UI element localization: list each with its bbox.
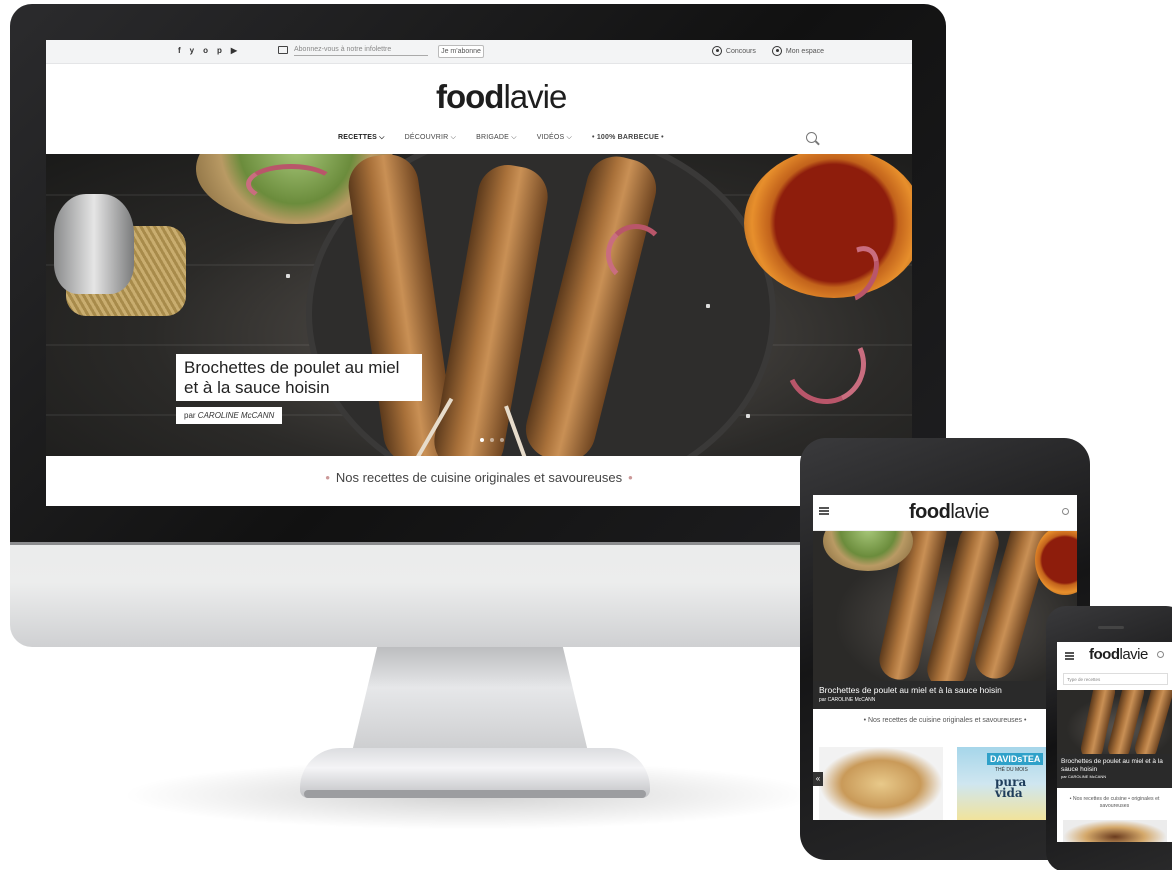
monitor-stand-neck: [350, 640, 590, 760]
logo-light: lavie: [503, 78, 567, 115]
youtube-icon[interactable]: ▶: [231, 46, 237, 55]
tablet-hero-author: par CAROLINE McCANN: [819, 697, 876, 703]
recipe-card-image[interactable]: [1063, 820, 1167, 842]
onion-ring: [774, 312, 878, 416]
nav-item-label: RECETTES: [338, 134, 377, 141]
pinterest-icon[interactable]: p: [217, 46, 222, 55]
twitter-icon[interactable]: y: [190, 46, 194, 55]
phone-hero-image[interactable]: [1057, 690, 1172, 754]
device-mockup-stage: f y o p ▶ Abonnez-vous à notre infolettr…: [0, 0, 1172, 870]
recipe-card-image[interactable]: [819, 747, 943, 820]
slider-dot[interactable]: [480, 438, 484, 442]
search-icon[interactable]: [1062, 508, 1069, 515]
phone-hero-title: Brochettes de poulet au miel et à la sau…: [1061, 758, 1163, 773]
account-link[interactable]: Mon espace: [771, 46, 824, 56]
ad-headline: pura vida: [995, 775, 1027, 800]
nav-item-recettes[interactable]: RECETTES ⌵: [338, 134, 385, 142]
tablet-hero-caption[interactable]: Brochettes de poulet au miel et à la sau…: [813, 681, 1077, 709]
tablet-hero-title: Brochettes de poulet au miel et à la sau…: [819, 685, 1002, 695]
sauce-bowl-image: [1035, 531, 1077, 595]
hero-slider[interactable]: Brochettes de poulet au miel et à la sau…: [46, 154, 912, 456]
hero-author: par CAROLINE McCANN: [176, 407, 283, 424]
envelope-icon: [278, 46, 288, 54]
slider-dot[interactable]: [490, 438, 494, 442]
tablet-section-title: • Nos recettes de cuisine originales et …: [863, 717, 1027, 724]
hero-caption[interactable]: Brochettes de poulet au miel et à la sau…: [176, 354, 422, 424]
utility-links: Concours Mon espace: [711, 46, 824, 56]
recipe-type-select[interactable]: Type de recettes: [1063, 673, 1168, 685]
ad-subtitle: THÉ DU MOIS: [995, 767, 1028, 773]
chevron-down-icon: ⌵: [511, 134, 517, 141]
hero-title[interactable]: Brochettes de poulet au miel et à la sau…: [176, 354, 422, 401]
chevron-down-icon: ⌵: [450, 134, 457, 141]
phone-screen: foodlavie Type de recettes Brochettes de…: [1057, 642, 1172, 842]
contest-label: Concours: [725, 47, 756, 55]
user-icon: [771, 46, 782, 56]
tablet-header: foodlavie: [813, 495, 1077, 531]
logo-bold: food: [1089, 646, 1120, 663]
author-name[interactable]: CAROLINE McCANN: [198, 411, 274, 420]
nav-items: RECETTES ⌵ DÉCOUVRIR ⌵ BRIGADE ⌵ VIDÉOS …: [338, 134, 664, 142]
search-icon[interactable]: [806, 132, 817, 143]
account-label: Mon espace: [785, 47, 824, 55]
chevron-down-icon: ⌵: [379, 134, 385, 141]
monitor-stand-edge: [304, 790, 646, 798]
phone-logo[interactable]: foodlavie: [1089, 646, 1148, 663]
logo-light: lavie: [950, 501, 989, 523]
recipes-section-title: • Nos recettes de cuisine originales et s…: [46, 470, 912, 485]
slider-dots: [480, 438, 504, 442]
social-links: f y o p ▶: [178, 46, 237, 55]
hamburger-menu-icon[interactable]: [819, 507, 829, 509]
tablet-hero-image[interactable]: [813, 531, 1077, 681]
phone-section-title: • Nos recettes de cuisine • originales e…: [1069, 796, 1160, 809]
nav-item-label: BRIGADE: [476, 134, 510, 141]
onion-ring: [606, 224, 666, 284]
instagram-icon[interactable]: o: [203, 46, 208, 55]
onion-ring: [246, 164, 336, 204]
star-icon: [711, 46, 722, 56]
logo-bold: food: [909, 501, 951, 523]
salt-grain: [706, 304, 710, 308]
phone-hero-caption[interactable]: Brochettes de poulet au miel et à la sau…: [1057, 754, 1172, 788]
salt-grain: [746, 414, 750, 418]
nav-item-label: VIDÉOS: [536, 134, 565, 141]
hamburger-menu-icon[interactable]: [1065, 652, 1074, 654]
author-prefix: par: [184, 411, 196, 420]
subscribe-button[interactable]: Je m'abonne: [438, 45, 484, 58]
phone-hero-author: par CAROLINE McCANN: [1061, 774, 1107, 779]
slider-dot[interactable]: [500, 438, 504, 442]
chevron-down-icon: ⌵: [566, 134, 573, 141]
search-icon[interactable]: [1157, 651, 1164, 658]
phone-header: foodlavie: [1057, 642, 1172, 670]
nav-item-barbecue[interactable]: • 100% BARBECUE •: [592, 134, 664, 142]
main-nav: RECETTES ⌵ DÉCOUVRIR ⌵ BRIGADE ⌵ VIDÉOS …: [46, 126, 912, 152]
phone-speaker: [1098, 626, 1124, 629]
salt-shaker-image: [54, 194, 134, 294]
utility-bar: f y o p ▶ Abonnez-vous à notre infolettr…: [46, 40, 912, 64]
tablet-logo[interactable]: foodlavie: [909, 501, 989, 524]
facebook-icon[interactable]: f: [178, 46, 181, 55]
logo-light: lavie: [1119, 646, 1148, 663]
desktop-screen: f y o p ▶ Abonnez-vous à notre infolettr…: [46, 40, 912, 506]
tablet-screen: foodlavie Brochettes de poulet au miel e…: [813, 495, 1077, 820]
salt-grain: [286, 274, 290, 278]
ad-brand: DAVIDsTEA: [987, 753, 1044, 765]
contest-link[interactable]: Concours: [711, 46, 756, 56]
newsletter-input[interactable]: Abonnez-vous à notre infolettre: [294, 44, 428, 56]
site-logo[interactable]: foodlavie: [436, 78, 567, 116]
nav-item-decouvrir[interactable]: DÉCOUVRIR ⌵: [405, 134, 456, 142]
header-logo-area: foodlavie: [46, 64, 912, 126]
carousel-prev-arrow[interactable]: «: [813, 772, 823, 786]
nav-item-brigade[interactable]: BRIGADE ⌵: [476, 134, 517, 142]
bullet-left: •: [325, 470, 330, 485]
bullet-right: •: [628, 470, 633, 485]
nav-item-label: DÉCOUVRIR: [404, 134, 449, 141]
logo-bold: food: [436, 78, 504, 115]
nav-item-videos[interactable]: VIDÉOS ⌵: [537, 134, 572, 142]
section-title-text: Nos recettes de cuisine originales et sa…: [335, 470, 623, 485]
